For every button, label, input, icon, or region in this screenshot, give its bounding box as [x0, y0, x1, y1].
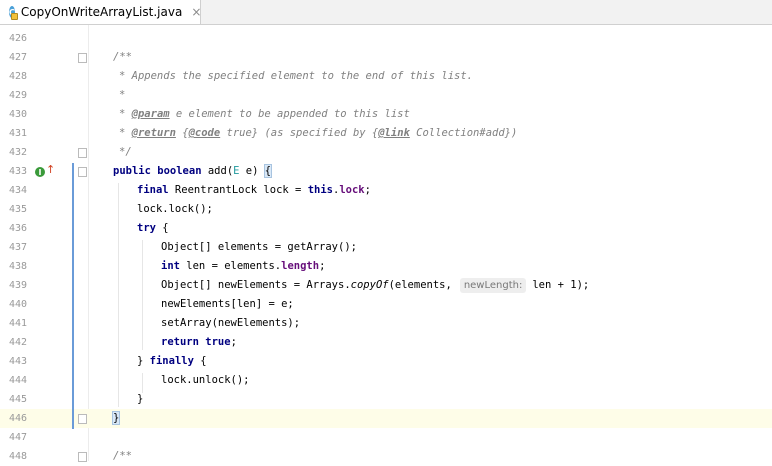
code-statement[interactable]: Object[] elements = getArray();: [161, 238, 357, 257]
javadoc-return-line[interactable]: * @return {@code true} (as specified by …: [119, 124, 517, 143]
line-number: 426: [8, 33, 27, 44]
code-line: 446}: [0, 409, 772, 428]
line-number: 440: [8, 299, 27, 310]
code-line: 437 Object[] elements = getArray();: [0, 238, 772, 257]
code-line: 435 lock.lock();: [0, 200, 772, 219]
tab-copyonwritearraylist[interactable]: C CopyOnWriteArrayList.java ×: [0, 0, 201, 24]
javadoc-text[interactable]: *: [119, 86, 125, 105]
line-number: 427: [8, 52, 27, 63]
javadoc-start[interactable]: /**: [113, 48, 132, 67]
code-statement[interactable]: try {: [137, 219, 169, 238]
line-number: 439: [8, 280, 27, 291]
code-line: 447: [0, 428, 772, 447]
line-number: 429: [8, 90, 27, 101]
code-line: 429 *: [0, 86, 772, 105]
line-number: 447: [8, 432, 27, 443]
parameter-hint: newLength:: [459, 278, 527, 293]
code-statement[interactable]: return true;: [161, 333, 237, 352]
line-number: 442: [8, 337, 27, 348]
line-number: 433: [8, 166, 27, 177]
code-line: 428 * Appends the specified element to th…: [0, 67, 772, 86]
code-line: 444 lock.unlock();: [0, 371, 772, 390]
code-statement[interactable]: setArray(newElements);: [161, 314, 300, 333]
code-line: 426: [0, 29, 772, 48]
code-statement[interactable]: Object[] newElements = Arrays.copyOf(ele…: [161, 276, 589, 295]
code-line: 441 setArray(newElements);: [0, 314, 772, 333]
code-line: 434 final ReentrantLock lock = this.lock;: [0, 181, 772, 200]
editor-tab-bar: C CopyOnWriteArrayList.java ×: [0, 0, 772, 25]
line-number: 438: [8, 261, 27, 272]
code-line: 442 return true;: [0, 333, 772, 352]
line-number: 446: [8, 413, 27, 424]
code-line: 436 try {: [0, 219, 772, 238]
line-number: 444: [8, 375, 27, 386]
code-line: 430 * @param e element to be appended to …: [0, 105, 772, 124]
code-line: 427 /**: [0, 48, 772, 67]
line-number: 448: [8, 451, 27, 462]
line-number: 431: [8, 128, 27, 139]
code-line: 432 */: [0, 143, 772, 162]
javadoc-text[interactable]: * Appends the specified element to the e…: [119, 67, 473, 86]
code-line: 440 newElements[len] = e;: [0, 295, 772, 314]
code-lines: 426 427 /** 428 * Appends the specified el…: [0, 29, 772, 466]
matched-brace: {: [263, 164, 273, 178]
line-number: 434: [8, 185, 27, 196]
close-tab-icon[interactable]: ×: [191, 5, 201, 19]
line-number: 437: [8, 242, 27, 253]
javadoc-param-line[interactable]: * @param e element to be appended to thi…: [119, 105, 410, 124]
code-line: 431 * @return {@code true} (as specified …: [0, 124, 772, 143]
line-number: 441: [8, 318, 27, 329]
code-line: 438 int len = elements.length;: [0, 257, 772, 276]
code-statement[interactable]: lock.lock();: [137, 200, 213, 219]
javadoc-start[interactable]: /**: [113, 447, 132, 466]
line-number: 432: [8, 147, 27, 158]
javadoc-end[interactable]: */: [119, 143, 132, 162]
line-number: 445: [8, 394, 27, 405]
code-statement[interactable]: }: [137, 390, 143, 409]
line-number: 428: [8, 71, 27, 82]
code-statement[interactable]: } finally {: [137, 352, 207, 371]
line-number: 436: [8, 223, 27, 234]
code-statement[interactable]: final ReentrantLock lock = this.lock;: [137, 181, 371, 200]
code-line: 439 Object[] newElements = Arrays.copyOf(…: [0, 276, 772, 295]
method-signature[interactable]: public boolean add(E e) {: [113, 162, 273, 181]
matched-brace: }: [111, 411, 121, 425]
code-line: 433 public boolean add(E e) {: [0, 162, 772, 181]
line-number: 435: [8, 204, 27, 215]
method-closing-brace[interactable]: }: [111, 409, 121, 428]
code-statement[interactable]: lock.unlock();: [161, 371, 250, 390]
code-statement[interactable]: int len = elements.length;: [161, 257, 325, 276]
line-number: 430: [8, 109, 27, 120]
tab-title: CopyOnWriteArrayList.java: [20, 5, 183, 19]
code-statement[interactable]: newElements[len] = e;: [161, 295, 294, 314]
java-class-icon: C: [9, 6, 18, 20]
readonly-lock-icon: [10, 13, 18, 20]
code-line: 448 /**: [0, 447, 772, 466]
line-number: 443: [8, 356, 27, 367]
code-line: 445}: [0, 390, 772, 409]
code-line: 443 } finally {: [0, 352, 772, 371]
